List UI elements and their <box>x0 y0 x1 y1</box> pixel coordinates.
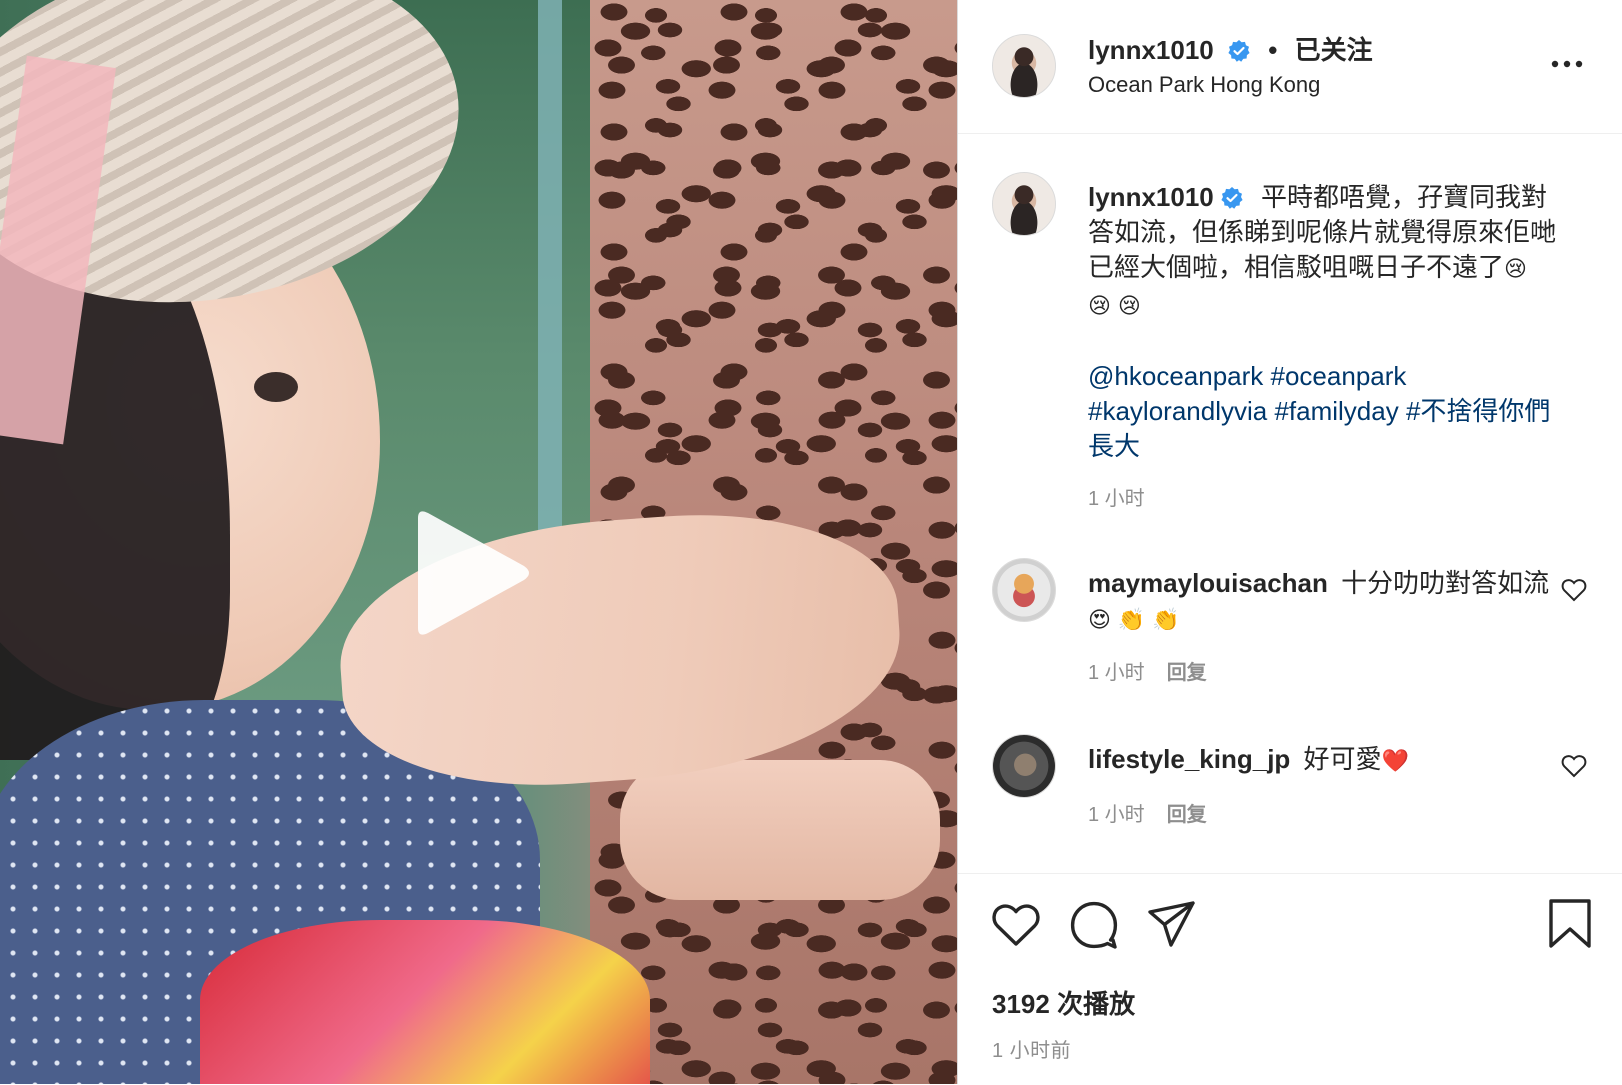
caption-emoji-sad: 😢 😢 <box>1088 294 1141 319</box>
heart-icon[interactable] <box>991 902 1041 948</box>
bookmark-icon[interactable] <box>1548 898 1592 950</box>
avatar-image <box>993 35 1055 97</box>
play-count[interactable]: 3192 次播放 <box>992 984 1135 1021</box>
post-timestamp[interactable]: 1 小时前 <box>992 1034 1071 1063</box>
caption-username[interactable]: lynnx1010 <box>1088 182 1214 212</box>
hashtag-link[interactable]: #familyday <box>1274 396 1398 426</box>
post-side-panel: lynnx1010 • 已关注 Ocean Park Hong Kong lyn… <box>957 0 1622 1084</box>
comment-emojis: ❤️ <box>1381 749 1409 774</box>
more-options-icon[interactable] <box>1547 52 1587 76</box>
caption-emoji-sad: 😢 <box>1504 257 1527 282</box>
caption: lynnx1010 平時都唔覺，孖寶同我對答如流，但係睇到呢條片就覺得原來佢哋已… <box>958 172 1622 512</box>
comment-text: lifestyle_king_jp 好可愛❤️ <box>1088 742 1558 779</box>
verified-badge-icon <box>1221 187 1243 209</box>
avatar[interactable] <box>992 34 1056 98</box>
caption-text: lynnx1010 平時都唔覺，孖寶同我對答如流，但係睇到呢條片就覺得原來佢哋已… <box>1088 180 1558 464</box>
verified-badge-icon <box>1228 40 1250 62</box>
list-item: maymaylouisachan 十分叻叻對答如流 😍 👏 👏 1 小时 回复 <box>958 558 1622 698</box>
mention-link[interactable]: @hkoceanpark <box>1088 361 1263 391</box>
hashtag-link[interactable]: #kaylorandlyvia <box>1088 396 1267 426</box>
comment-emojis: 😍 👏 👏 <box>1088 608 1180 633</box>
comment-text: maymaylouisachan 十分叻叻對答如流 😍 👏 👏 <box>1088 566 1558 638</box>
comment-meta: 1 小时 回复 <box>1088 798 1207 827</box>
share-icon[interactable] <box>1147 900 1197 948</box>
comment-icon[interactable] <box>1069 900 1119 950</box>
comment-meta: 1 小时 回复 <box>1088 656 1207 685</box>
header-separator: • <box>1268 35 1278 65</box>
header-username[interactable]: lynnx1010 <box>1088 35 1214 65</box>
avatar-image <box>993 735 1055 797</box>
comment-body: 好可愛 <box>1303 744 1382 774</box>
comments-list[interactable]: lynnx1010 平時都唔覺，孖寶同我對答如流，但係睇到呢條片就覺得原來佢哋已… <box>958 134 1622 872</box>
comment-time: 1 小时 <box>1088 662 1145 684</box>
comment-username[interactable]: maymaylouisachan <box>1088 568 1328 598</box>
comment-like-heart-icon[interactable] <box>1561 754 1587 778</box>
comment-time: 1 小时 <box>1088 804 1145 826</box>
reply-button[interactable]: 回复 <box>1167 662 1207 684</box>
video-scene-child-eye <box>254 372 298 402</box>
caption-time: 1 小时 <box>1088 488 1145 510</box>
video-scene-toy <box>200 920 650 1084</box>
video-scene-arm <box>620 760 940 900</box>
avatar-image <box>993 173 1055 235</box>
list-item: lifestyle_king_jp 好可愛❤️ 1 小时 回复 <box>958 734 1622 854</box>
post-video[interactable] <box>0 0 957 1084</box>
hashtag-link[interactable]: #oceanpark <box>1271 361 1407 391</box>
reply-button[interactable]: 回复 <box>1167 804 1207 826</box>
following-button[interactable]: 已关注 <box>1295 35 1373 65</box>
avatar[interactable] <box>992 558 1056 622</box>
comment-body: 十分叻叻對答如流 <box>1341 568 1550 598</box>
play-icon[interactable] <box>406 508 536 638</box>
post-header: lynnx1010 • 已关注 Ocean Park Hong Kong <box>958 0 1622 134</box>
avatar[interactable] <box>992 734 1056 798</box>
avatar[interactable] <box>992 172 1056 236</box>
header-user-line: lynnx1010 • 已关注 <box>1088 30 1373 67</box>
comment-username[interactable]: lifestyle_king_jp <box>1088 744 1290 774</box>
comment-like-heart-icon[interactable] <box>1561 578 1587 602</box>
action-bar: 3192 次播放 1 小时前 <box>958 873 1622 1085</box>
location-link[interactable]: Ocean Park Hong Kong <box>1088 72 1320 98</box>
avatar-image <box>993 559 1055 621</box>
